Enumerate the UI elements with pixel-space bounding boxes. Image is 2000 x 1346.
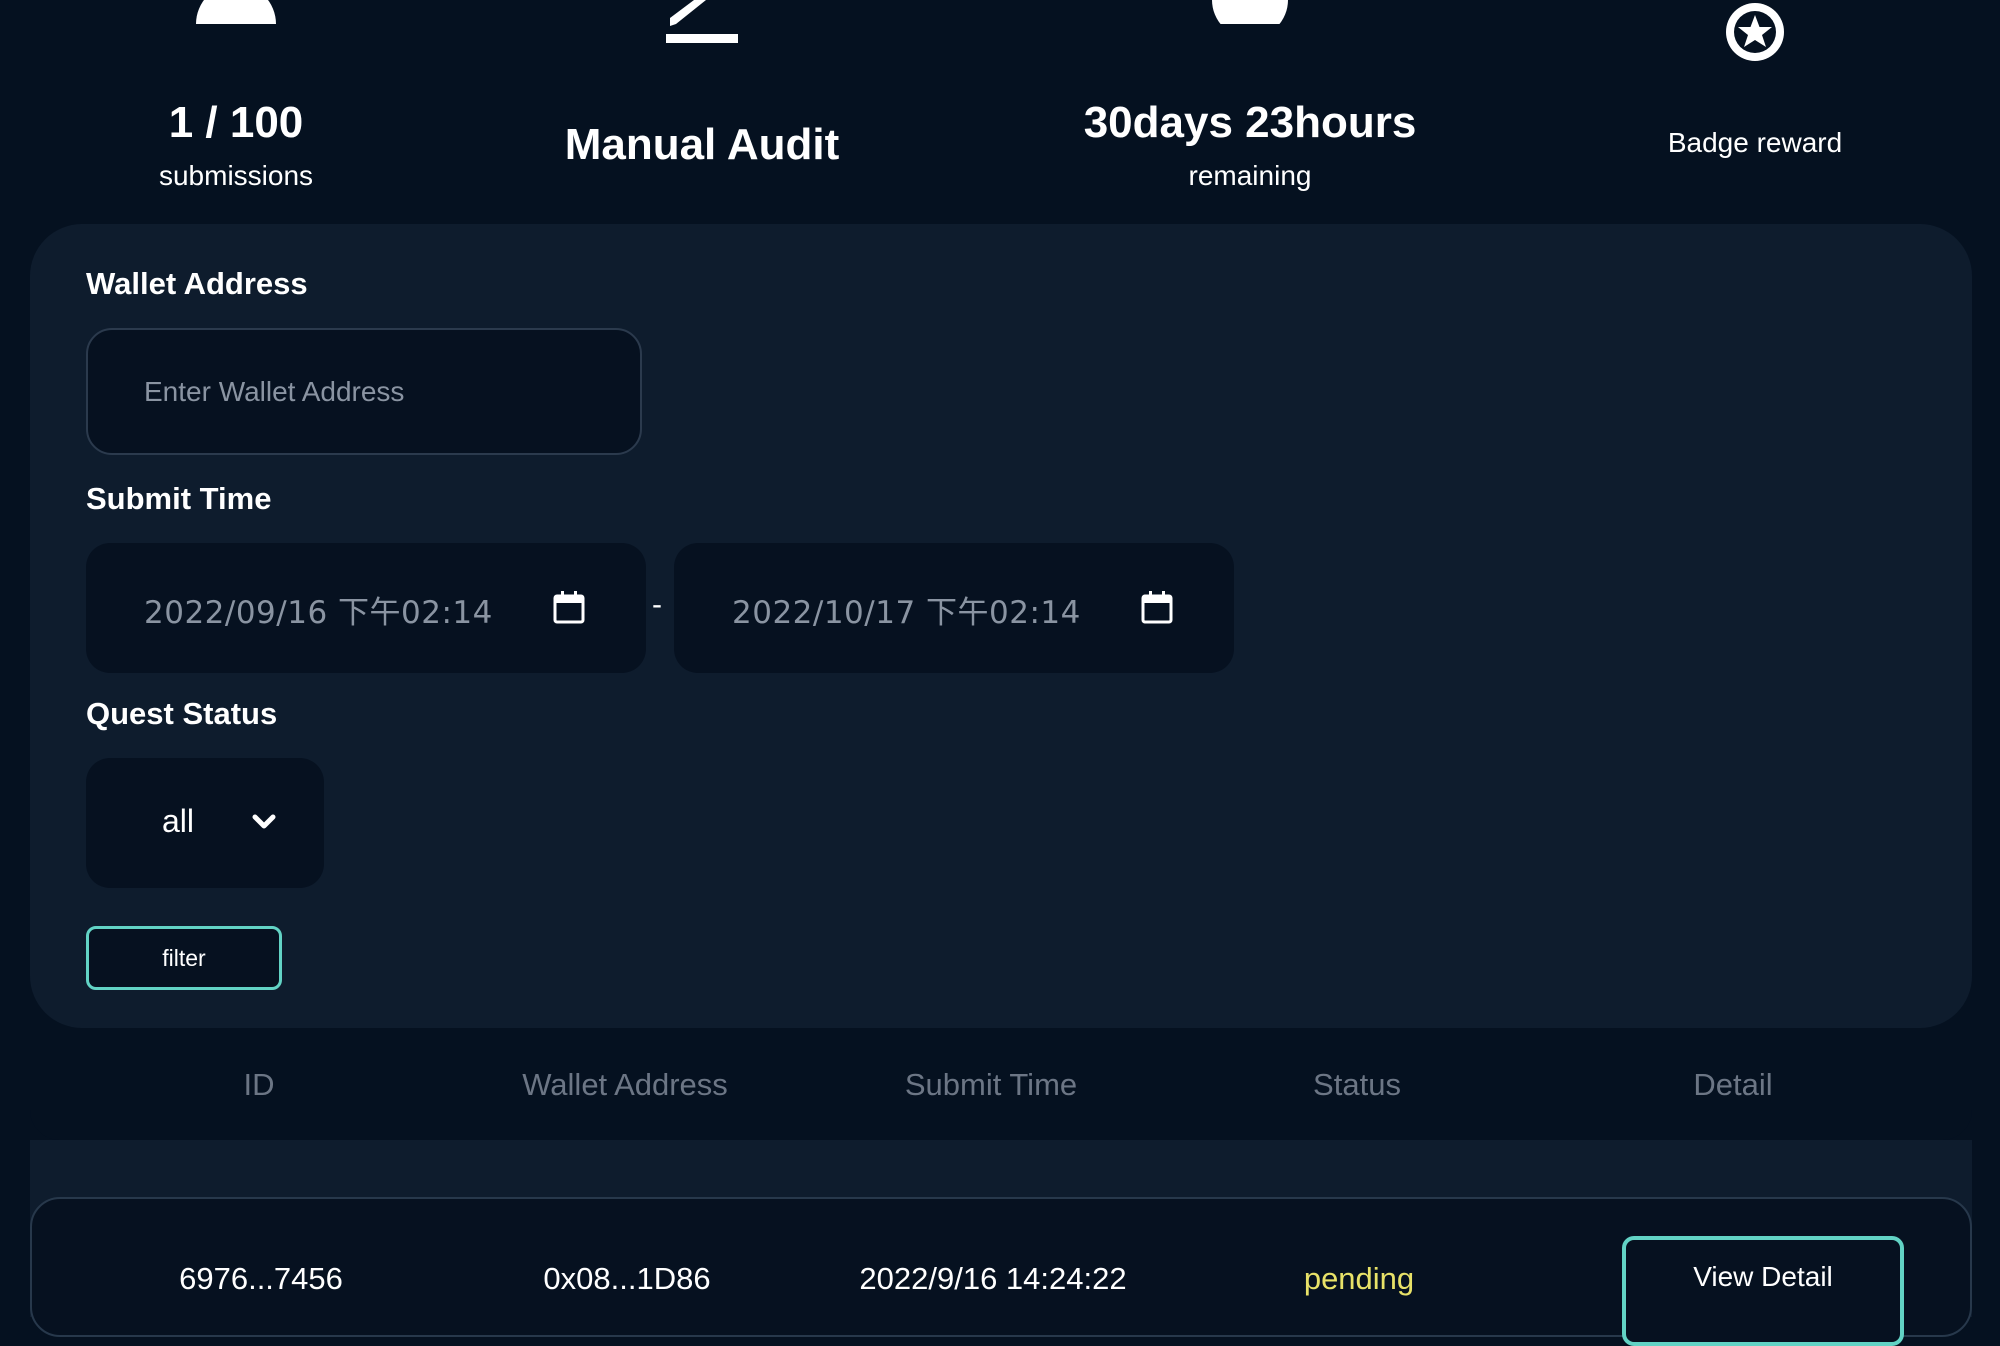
column-header-detail: Detail (1693, 1067, 1773, 1102)
table-header: ID Wallet Address Submit Time Status Det… (30, 1036, 1972, 1140)
stat-remaining: 30days 23hours remaining (1050, 0, 1450, 200)
column-header-id: ID (243, 1067, 275, 1102)
date-separator: - (652, 588, 662, 621)
quest-status-value: all (162, 803, 195, 839)
view-detail-button[interactable]: View Detail (1622, 1236, 1904, 1346)
submissions-count: 1 / 100 (168, 98, 304, 147)
stat-audit: Manual Audit (552, 0, 852, 200)
reward-caption: Badge reward (1667, 127, 1843, 158)
chevron-down-icon (252, 814, 276, 829)
stat-reward: Badge reward (1600, 0, 1910, 200)
column-header-status: Status (1313, 1067, 1401, 1102)
calendar-icon[interactable] (552, 591, 586, 625)
end-date-input[interactable]: 2022/10/17 下午02:14 (674, 543, 1234, 673)
status-badge: pending (1303, 1261, 1415, 1296)
quest-status-select[interactable]: all (86, 758, 324, 888)
remaining-caption: remaining (1188, 160, 1312, 191)
stat-submissions: 1 / 100 submissions (136, 0, 336, 200)
star-badge-icon (1726, 3, 1784, 61)
column-header-submit-time: Submit Time (904, 1067, 1078, 1102)
cell-id: 6976...7456 (179, 1261, 343, 1296)
filter-button[interactable]: filter (86, 926, 282, 990)
submissions-caption: submissions (158, 160, 314, 191)
wallet-address-input[interactable] (86, 328, 642, 455)
clock-icon (1212, 0, 1288, 24)
end-date-value: 2022/10/17 下午02:14 (732, 595, 1081, 631)
remaining-time: 30days 23hours (1083, 98, 1417, 147)
column-header-wallet: Wallet Address (522, 1067, 728, 1102)
audit-type: Manual Audit (564, 120, 840, 169)
start-date-input[interactable]: 2022/09/16 下午02:14 (86, 543, 646, 673)
calendar-icon[interactable] (1140, 591, 1174, 625)
quest-status-label: Quest Status (86, 696, 278, 731)
submit-time-label: Submit Time (86, 481, 272, 516)
table-row: 6976...7456 0x08...1D86 2022/9/16 14:24:… (30, 1197, 1972, 1346)
edit-icon (666, 0, 738, 43)
cell-wallet: 0x08...1D86 (543, 1261, 711, 1296)
user-icon (196, 0, 276, 24)
wallet-address-label: Wallet Address (86, 266, 308, 301)
cell-submit-time: 2022/9/16 14:24:22 (859, 1261, 1127, 1296)
start-date-value: 2022/09/16 下午02:14 (144, 595, 493, 631)
